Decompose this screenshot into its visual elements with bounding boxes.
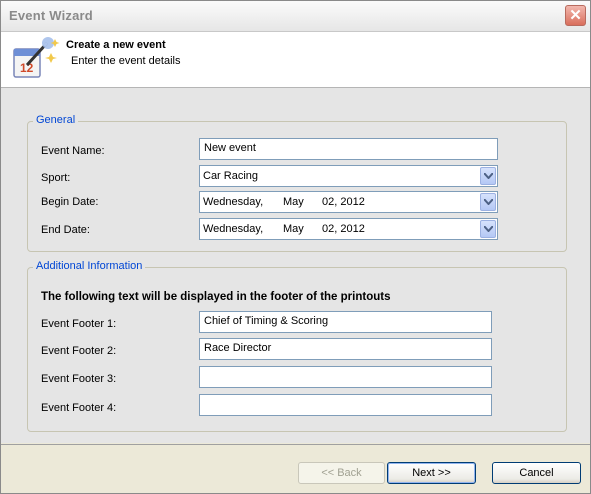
sport-label: Sport: — [41, 172, 71, 184]
event-name-input[interactable]: New event — [199, 138, 498, 160]
cancel-button[interactable]: Cancel — [492, 462, 581, 484]
sport-dropdown[interactable]: Car Racing — [199, 165, 498, 187]
event-footer-1-input[interactable]: Chief of Timing & Scoring — [199, 311, 492, 333]
additional-info-legend: Additional Information — [33, 260, 146, 272]
end-date-day-year[interactable]: 02, 2012 — [322, 223, 365, 235]
chevron-down-icon[interactable] — [480, 220, 496, 238]
event-footer-4-input[interactable] — [199, 394, 492, 416]
begin-date-picker[interactable]: Wednesday, May 02, 2012 — [199, 191, 498, 213]
begin-date-label: Begin Date: — [41, 196, 99, 208]
begin-date-month[interactable]: May — [283, 196, 304, 208]
event-footer-4-label: Event Footer 4: — [41, 402, 117, 414]
sport-value: Car Racing — [203, 170, 259, 182]
event-footer-3-input[interactable] — [199, 366, 492, 388]
footer-note: The following text will be displayed in … — [41, 291, 391, 303]
event-wizard-window: Event Wizard ✕ 12 Create a new event Ent… — [0, 0, 591, 494]
footer-divider — [1, 444, 590, 445]
chevron-down-icon[interactable] — [480, 193, 496, 211]
wizard-header: 12 Create a new event Enter the event de… — [1, 32, 590, 88]
title-bar[interactable]: Event Wizard ✕ — [1, 1, 590, 32]
begin-date-weekday[interactable]: Wednesday, — [203, 196, 263, 208]
next-button[interactable]: Next >> — [387, 462, 476, 484]
event-footer-2-label: Event Footer 2: — [41, 345, 117, 357]
close-button[interactable]: ✕ — [565, 5, 586, 26]
close-icon: ✕ — [569, 7, 582, 24]
header-subtitle: Enter the event details — [71, 55, 181, 67]
chevron-down-icon[interactable] — [480, 167, 496, 185]
header-title: Create a new event — [66, 39, 166, 51]
end-date-month[interactable]: May — [283, 223, 304, 235]
end-date-weekday[interactable]: Wednesday, — [203, 223, 263, 235]
event-footer-2-input[interactable]: Race Director — [199, 338, 492, 360]
calendar-wand-icon: 12 — [13, 37, 60, 78]
end-date-picker[interactable]: Wednesday, May 02, 2012 — [199, 218, 498, 240]
event-footer-3-label: Event Footer 3: — [41, 373, 117, 385]
begin-date-day-year[interactable]: 02, 2012 — [322, 196, 365, 208]
end-date-label: End Date: — [41, 224, 90, 236]
general-legend: General — [33, 114, 79, 126]
back-button[interactable]: << Back — [298, 462, 385, 484]
event-footer-1-label: Event Footer 1: — [41, 318, 117, 330]
event-name-label: Event Name: — [41, 145, 105, 157]
window-title: Event Wizard — [9, 8, 93, 23]
wizard-body: General Event Name: New event Sport: Car… — [1, 88, 590, 443]
